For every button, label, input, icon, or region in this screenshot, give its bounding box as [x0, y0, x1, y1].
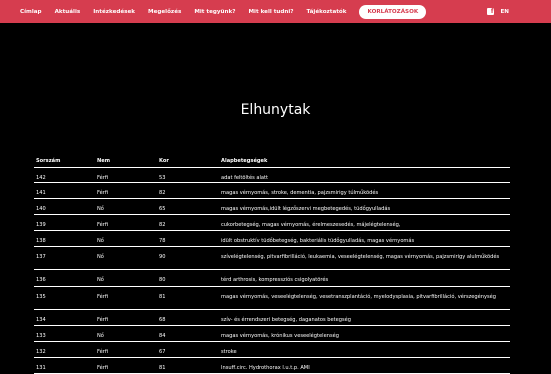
table-row: 138 Nő 78 idült obstruktív tüdőbetegség,… — [34, 231, 510, 247]
cell-sorszam: 135 — [36, 294, 46, 300]
table-header: Sorszám Nem Kor Alapbetegségek — [34, 155, 510, 168]
header-kor: Kor — [159, 158, 169, 164]
cell-kor: 80 — [159, 277, 166, 283]
nav-item-tajekoztatok[interactable]: Tájékoztatók — [307, 9, 347, 15]
table-row: 137 Nő 90 szívelégtelenség, pitvarfibril… — [34, 247, 510, 270]
cell-sorszam: 131 — [36, 365, 46, 371]
cell-kor: 67 — [159, 349, 166, 355]
cell-nem: Nő — [97, 206, 104, 212]
cell-sorszam: 141 — [36, 190, 46, 196]
nav-menu: Címlap Aktuális Intézkedések Megelőzés M… — [20, 0, 427, 23]
cell-sorszam: 139 — [36, 222, 46, 228]
table-row: 141 Férfi 82 magas vérnyomás, stroke, de… — [34, 183, 510, 199]
cell-alapbetegsegek: szívelégtelenség, pitvarfibrilláció, leu… — [221, 254, 500, 260]
cell-sorszam: 138 — [36, 238, 46, 244]
cell-sorszam: 132 — [36, 349, 46, 355]
language-switch[interactable]: EN — [500, 9, 509, 15]
cell-kor: 81 — [159, 365, 166, 371]
deceased-table: Sorszám Nem Kor Alapbetegségek 142 Férfi… — [34, 155, 510, 374]
header-alapbetegsegek: Alapbetegségek — [221, 158, 268, 164]
table-row: 134 Férfi 68 szív- és érrendszeri betegs… — [34, 310, 510, 326]
cell-alapbetegsegek: magas vérnyomás, krónikus veseelégtelens… — [221, 333, 339, 339]
cell-sorszam: 136 — [36, 277, 46, 283]
nav-item-mit-tegyunk[interactable]: Mit tegyünk? — [194, 9, 235, 15]
cell-alapbetegsegek: magas vérnyomás, veseelégtelenség, veset… — [221, 294, 497, 300]
table-row: 136 Nő 80 térd arthrosis, kompressziós c… — [34, 270, 510, 287]
cell-kor: 53 — [159, 175, 166, 181]
cell-alapbetegsegek: adat feltöltés alatt — [221, 175, 269, 181]
nav-item-megelozes[interactable]: Megelőzés — [148, 9, 181, 15]
nav-item-intezkedesek[interactable]: Intézkedések — [93, 9, 135, 15]
cell-nem: Férfi — [97, 317, 109, 323]
table-row: 132 Férfi 67 stroke — [34, 342, 510, 358]
cell-nem: Férfi — [97, 222, 109, 228]
cell-alapbetegsegek: stroke — [221, 349, 237, 355]
cell-kor: 68 — [159, 317, 166, 323]
cell-sorszam: 134 — [36, 317, 46, 323]
cell-nem: Férfi — [97, 294, 109, 300]
cell-sorszam: 137 — [36, 254, 46, 260]
top-navbar: Címlap Aktuális Intézkedések Megelőzés M… — [0, 0, 551, 23]
cell-kor: 82 — [159, 222, 166, 228]
cell-nem: Férfi — [97, 175, 109, 181]
cell-sorszam: 140 — [36, 206, 46, 212]
cell-kor: 65 — [159, 206, 166, 212]
cell-nem: Férfi — [97, 365, 109, 371]
table-row: 135 Férfi 81 magas vérnyomás, veseelégte… — [34, 287, 510, 310]
nav-item-cimlap[interactable]: Címlap — [20, 9, 42, 15]
header-sorszam: Sorszám — [36, 158, 61, 164]
cell-nem: Férfi — [97, 349, 109, 355]
cell-alapbetegsegek: térd arthrosis, kompressziós csigolyatör… — [221, 277, 329, 283]
table-row: 133 Nő 84 magas vérnyomás, krónikus vese… — [34, 326, 510, 342]
table-row: 142 Férfi 53 adat feltöltés alatt — [34, 168, 510, 183]
cell-sorszam: 133 — [36, 333, 46, 339]
cell-alapbetegsegek: szív- és érrendszeri betegség, daganatos… — [221, 317, 351, 323]
cell-alapbetegsegek: cukorbetegség, magas vérnyomás, érelmesz… — [221, 222, 401, 228]
cell-kor: 82 — [159, 190, 166, 196]
cell-nem: Nő — [97, 277, 104, 283]
nav-item-mit-kell-tudni[interactable]: Mit kell tudni? — [248, 9, 293, 15]
korlatozasok-button[interactable]: KORLÁTOZÁSOK — [359, 4, 427, 19]
cell-nem: Nő — [97, 333, 104, 339]
cell-kor: 84 — [159, 333, 166, 339]
cell-kor: 90 — [159, 254, 166, 260]
nav-right: f EN — [487, 0, 509, 23]
cell-nem: Férfi — [97, 190, 109, 196]
cell-nem: Nő — [97, 254, 104, 260]
cell-alapbetegsegek: idült obstruktív tüdőbetegség, bakteriál… — [221, 238, 415, 244]
cell-sorszam: 142 — [36, 175, 46, 181]
table-row: 139 Férfi 82 cukorbetegség, magas vérnyo… — [34, 215, 510, 231]
nav-item-aktualis[interactable]: Aktuális — [55, 9, 81, 15]
cell-alapbetegsegek: magas vérnyomás,idült légzőszervi megbet… — [221, 206, 391, 212]
table-row: 140 Nő 65 magas vérnyomás,idült légzősze… — [34, 199, 510, 215]
header-nem: Nem — [97, 158, 111, 164]
cell-alapbetegsegek: magas vérnyomás, stroke, dementia, pajzs… — [221, 190, 379, 196]
cell-kor: 78 — [159, 238, 166, 244]
cell-kor: 81 — [159, 294, 166, 300]
cell-alapbetegsegek: Insuff.circ. Hydrothorax l.u.t.p. AMI — [221, 365, 310, 371]
cell-nem: Nő — [97, 238, 104, 244]
facebook-icon[interactable]: f — [487, 8, 495, 15]
page-title: Elhunytak — [240, 102, 311, 118]
